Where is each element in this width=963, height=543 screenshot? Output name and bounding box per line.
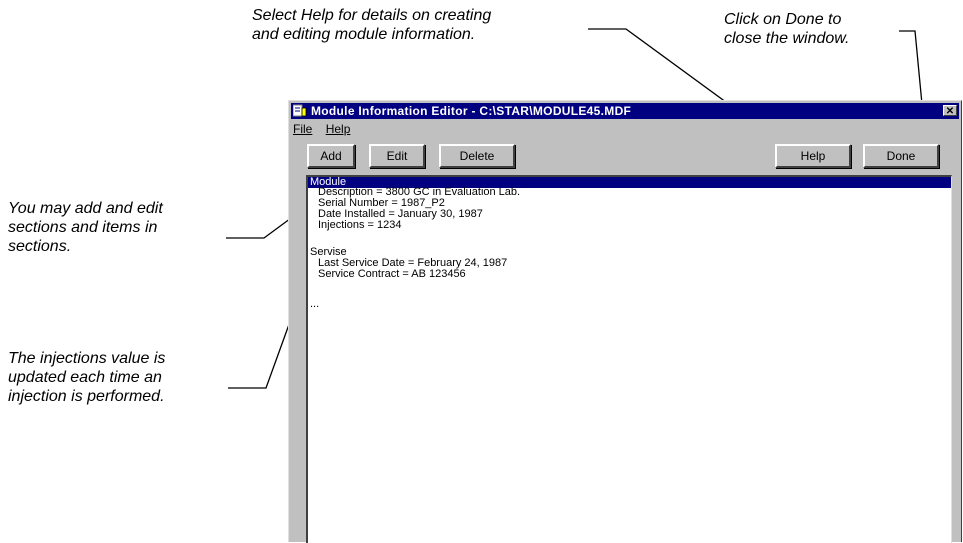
ellipsis-item: ... — [310, 298, 320, 310]
injections-callout-line-2: updated each time an — [8, 369, 162, 386]
help-button[interactable]: Help — [775, 144, 851, 168]
done-button-label: Done — [886, 149, 916, 163]
menu-help[interactable]: Help — [326, 121, 351, 137]
delete-button[interactable]: Delete — [439, 144, 515, 168]
window-title: Module Information Editor - C:\STAR\MODU… — [311, 104, 632, 118]
done-button[interactable]: Done — [863, 144, 939, 168]
injections-callout: The injections value is updated each tim… — [8, 349, 165, 406]
close-icon: ✕ — [945, 106, 955, 117]
list-item[interactable]: Injections = 1234 — [308, 220, 951, 231]
done-callout: Click on Done to close the window. — [724, 10, 849, 48]
service-contract-item: Service Contract = AB 123456 — [318, 268, 466, 280]
menu-bar: File Help — [293, 121, 360, 137]
help-callout-line-1: Select Help for details on creating — [252, 7, 492, 24]
list-item[interactable]: ... — [308, 299, 951, 310]
add-edit-callout: You may add and edit sections and items … — [8, 199, 163, 256]
add-edit-callout-line-3: sections. — [8, 238, 72, 255]
edit-button[interactable]: Edit — [369, 144, 425, 168]
injections-callout-line-1: The injections value is — [8, 350, 166, 367]
add-edit-callout-line-1: You may add and edit — [8, 200, 163, 217]
edit-button-label: Edit — [386, 149, 408, 163]
injections-callout-line-3: injection is performed. — [8, 388, 165, 405]
injections-item: Injections = 1234 — [318, 219, 402, 231]
menu-help-label: Help — [325, 122, 351, 136]
menu-file-label: File — [293, 122, 313, 136]
title-bar[interactable]: Module Information Editor - C:\STAR\MODU… — [291, 103, 959, 119]
delete-button-label: Delete — [459, 149, 495, 163]
help-button-label: Help — [800, 149, 826, 163]
list-item[interactable]: Service Contract = AB 123456 — [308, 269, 951, 280]
add-button[interactable]: Add — [307, 144, 355, 168]
app-icon — [293, 104, 307, 117]
done-callout-line-2: close the window. — [724, 30, 850, 47]
help-callout: Select Help for details on creating and … — [252, 6, 491, 44]
module-info-list[interactable]: Module Description = 3800 GC in Evaluati… — [306, 175, 952, 543]
add-edit-callout-line-2: sections and items in — [8, 219, 158, 236]
menu-file[interactable]: File — [293, 121, 312, 137]
add-button-label: Add — [320, 149, 342, 163]
module-editor-window: Module Information Editor - C:\STAR\MODU… — [288, 100, 962, 543]
done-callout-line-1: Click on Done to — [724, 11, 842, 28]
list-item[interactable]: Date Installed = January 30, 1987 — [308, 209, 951, 220]
help-callout-line-2: and editing module information. — [252, 26, 476, 43]
close-button[interactable]: ✕ — [943, 105, 957, 117]
